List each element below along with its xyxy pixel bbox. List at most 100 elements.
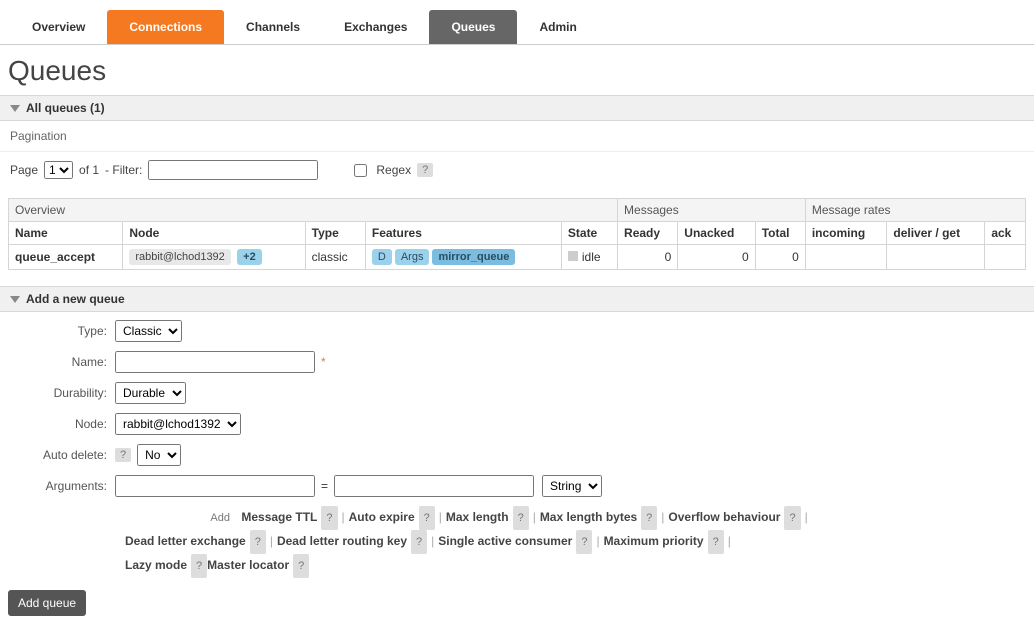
th-total[interactable]: Total bbox=[755, 222, 805, 245]
separator: | bbox=[431, 534, 434, 548]
section-all-queues-label: All queues (1) bbox=[26, 101, 105, 115]
separator: | bbox=[661, 510, 664, 524]
add-queue-button[interactable]: Add queue bbox=[8, 590, 86, 616]
argument-shortcuts: Add Message TTL? | Auto expire? | Max length… bbox=[125, 506, 1024, 578]
argument-key-input[interactable] bbox=[115, 475, 315, 497]
type-select[interactable]: Classic bbox=[115, 320, 182, 342]
th-deliver-get[interactable]: deliver / get bbox=[887, 222, 985, 245]
separator: | bbox=[728, 534, 731, 548]
name-label: Name: bbox=[10, 355, 115, 369]
separator: | bbox=[533, 510, 536, 524]
page-select[interactable]: 1 bbox=[44, 161, 73, 179]
add-queue-form: Type: Classic Name: * Durability: Durabl… bbox=[0, 312, 1034, 582]
cell-name: queue_accept bbox=[9, 245, 123, 270]
cell-state: idle bbox=[561, 245, 617, 270]
node-label: Node: bbox=[10, 417, 115, 431]
tab-overview[interactable]: Overview bbox=[10, 10, 107, 44]
filter-input[interactable] bbox=[148, 160, 318, 180]
separator: | bbox=[439, 510, 442, 524]
durability-select[interactable]: Durable bbox=[115, 382, 186, 404]
help-icon[interactable]: ? bbox=[411, 530, 427, 554]
th-type[interactable]: Type bbox=[305, 222, 365, 245]
arg-shortcut-auto-expire[interactable]: Auto expire bbox=[349, 510, 415, 524]
page-title: Queues bbox=[8, 55, 1026, 87]
arg-shortcut-dead-letter-exchange[interactable]: Dead letter exchange bbox=[125, 534, 246, 548]
section-all-queues[interactable]: All queues (1) bbox=[0, 95, 1034, 121]
arg-shortcut-lazy-mode[interactable]: Lazy mode bbox=[125, 558, 187, 572]
help-icon[interactable]: ? bbox=[708, 530, 724, 554]
th-state[interactable]: State bbox=[561, 222, 617, 245]
tab-exchanges[interactable]: Exchanges bbox=[322, 10, 429, 44]
cell-type: classic bbox=[305, 245, 365, 270]
auto-delete-help[interactable]: ? bbox=[115, 448, 131, 462]
th-ready[interactable]: Ready bbox=[618, 222, 678, 245]
top-nav: OverviewConnectionsChannelsExchangesQueu… bbox=[0, 0, 1034, 45]
th-group-rates: Message rates bbox=[805, 199, 1025, 222]
argument-type-select[interactable]: String bbox=[542, 475, 602, 497]
arg-shortcut-overflow-behaviour[interactable]: Overflow behaviour bbox=[668, 510, 780, 524]
separator: | bbox=[342, 510, 345, 524]
th-unacked[interactable]: Unacked bbox=[678, 222, 755, 245]
equals-sign: = bbox=[321, 479, 328, 493]
cell-node: rabbit@lchod1392 +2 bbox=[123, 245, 305, 270]
help-icon[interactable]: ? bbox=[419, 506, 435, 530]
arg-shortcut-master-locator[interactable]: Master locator bbox=[207, 558, 289, 572]
cell-features: DArgsmirror_queue bbox=[365, 245, 561, 270]
auto-delete-select[interactable]: No bbox=[137, 444, 181, 466]
pagination-heading: Pagination bbox=[0, 121, 1034, 152]
node-select[interactable]: rabbit@lchod1392 bbox=[115, 413, 241, 435]
regex-help[interactable]: ? bbox=[417, 163, 433, 177]
pagination-controls: Page 1 of 1 - Filter: Regex ? bbox=[0, 152, 1034, 194]
durability-label: Durability: bbox=[10, 386, 115, 400]
arg-shortcut-message-ttl[interactable]: Message TTL bbox=[241, 510, 317, 524]
cell-unacked: 0 bbox=[678, 245, 755, 270]
cell-deliver-get bbox=[887, 245, 985, 270]
page-of-total: of 1 bbox=[79, 163, 99, 177]
required-marker: * bbox=[321, 355, 326, 369]
section-add-queue[interactable]: Add a new queue bbox=[0, 286, 1034, 312]
tab-connections[interactable]: Connections bbox=[107, 10, 224, 44]
th-incoming[interactable]: incoming bbox=[805, 222, 887, 245]
cell-incoming bbox=[805, 245, 887, 270]
arg-shortcut-maximum-priority[interactable]: Maximum priority bbox=[604, 534, 704, 548]
help-icon[interactable]: ? bbox=[513, 506, 529, 530]
separator: | bbox=[596, 534, 599, 548]
help-icon[interactable]: ? bbox=[576, 530, 592, 554]
chevron-down-icon bbox=[10, 296, 20, 303]
cell-ready: 0 bbox=[618, 245, 678, 270]
help-icon[interactable]: ? bbox=[191, 554, 207, 578]
arg-shortcut-max-length-bytes[interactable]: Max length bytes bbox=[540, 510, 637, 524]
help-icon[interactable]: ? bbox=[250, 530, 266, 554]
tab-admin[interactable]: Admin bbox=[517, 10, 598, 44]
help-icon[interactable]: ? bbox=[321, 506, 337, 530]
th-name[interactable]: Name bbox=[9, 222, 123, 245]
th-group-overview: Overview bbox=[9, 199, 618, 222]
auto-delete-label: Auto delete: bbox=[10, 448, 115, 462]
regex-label: Regex bbox=[376, 163, 411, 177]
help-icon[interactable]: ? bbox=[784, 506, 800, 530]
arg-shortcut-dead-letter-routing-key[interactable]: Dead letter routing key bbox=[277, 534, 407, 548]
separator: | bbox=[805, 510, 808, 524]
separator: | bbox=[270, 534, 273, 548]
argument-value-input[interactable] bbox=[334, 475, 534, 497]
section-add-queue-label: Add a new queue bbox=[26, 292, 125, 306]
cell-total: 0 bbox=[755, 245, 805, 270]
help-icon[interactable]: ? bbox=[293, 554, 309, 578]
th-node[interactable]: Node bbox=[123, 222, 305, 245]
arguments-label: Arguments: bbox=[10, 479, 115, 493]
chevron-down-icon bbox=[10, 105, 20, 112]
tab-channels[interactable]: Channels bbox=[224, 10, 322, 44]
arg-shortcut-max-length[interactable]: Max length bbox=[446, 510, 509, 524]
tab-queues[interactable]: Queues bbox=[429, 10, 517, 44]
regex-checkbox[interactable] bbox=[354, 164, 367, 177]
page-label: Page bbox=[10, 163, 38, 177]
help-icon[interactable]: ? bbox=[641, 506, 657, 530]
add-hint: Add bbox=[125, 507, 230, 529]
table-row[interactable]: queue_acceptrabbit@lchod1392 +2classicDA… bbox=[9, 245, 1026, 270]
type-label: Type: bbox=[10, 324, 115, 338]
cell-ack bbox=[985, 245, 1026, 270]
th-ack[interactable]: ack bbox=[985, 222, 1026, 245]
arg-shortcut-single-active-consumer[interactable]: Single active consumer bbox=[438, 534, 572, 548]
name-input[interactable] bbox=[115, 351, 315, 373]
th-features[interactable]: Features bbox=[365, 222, 561, 245]
